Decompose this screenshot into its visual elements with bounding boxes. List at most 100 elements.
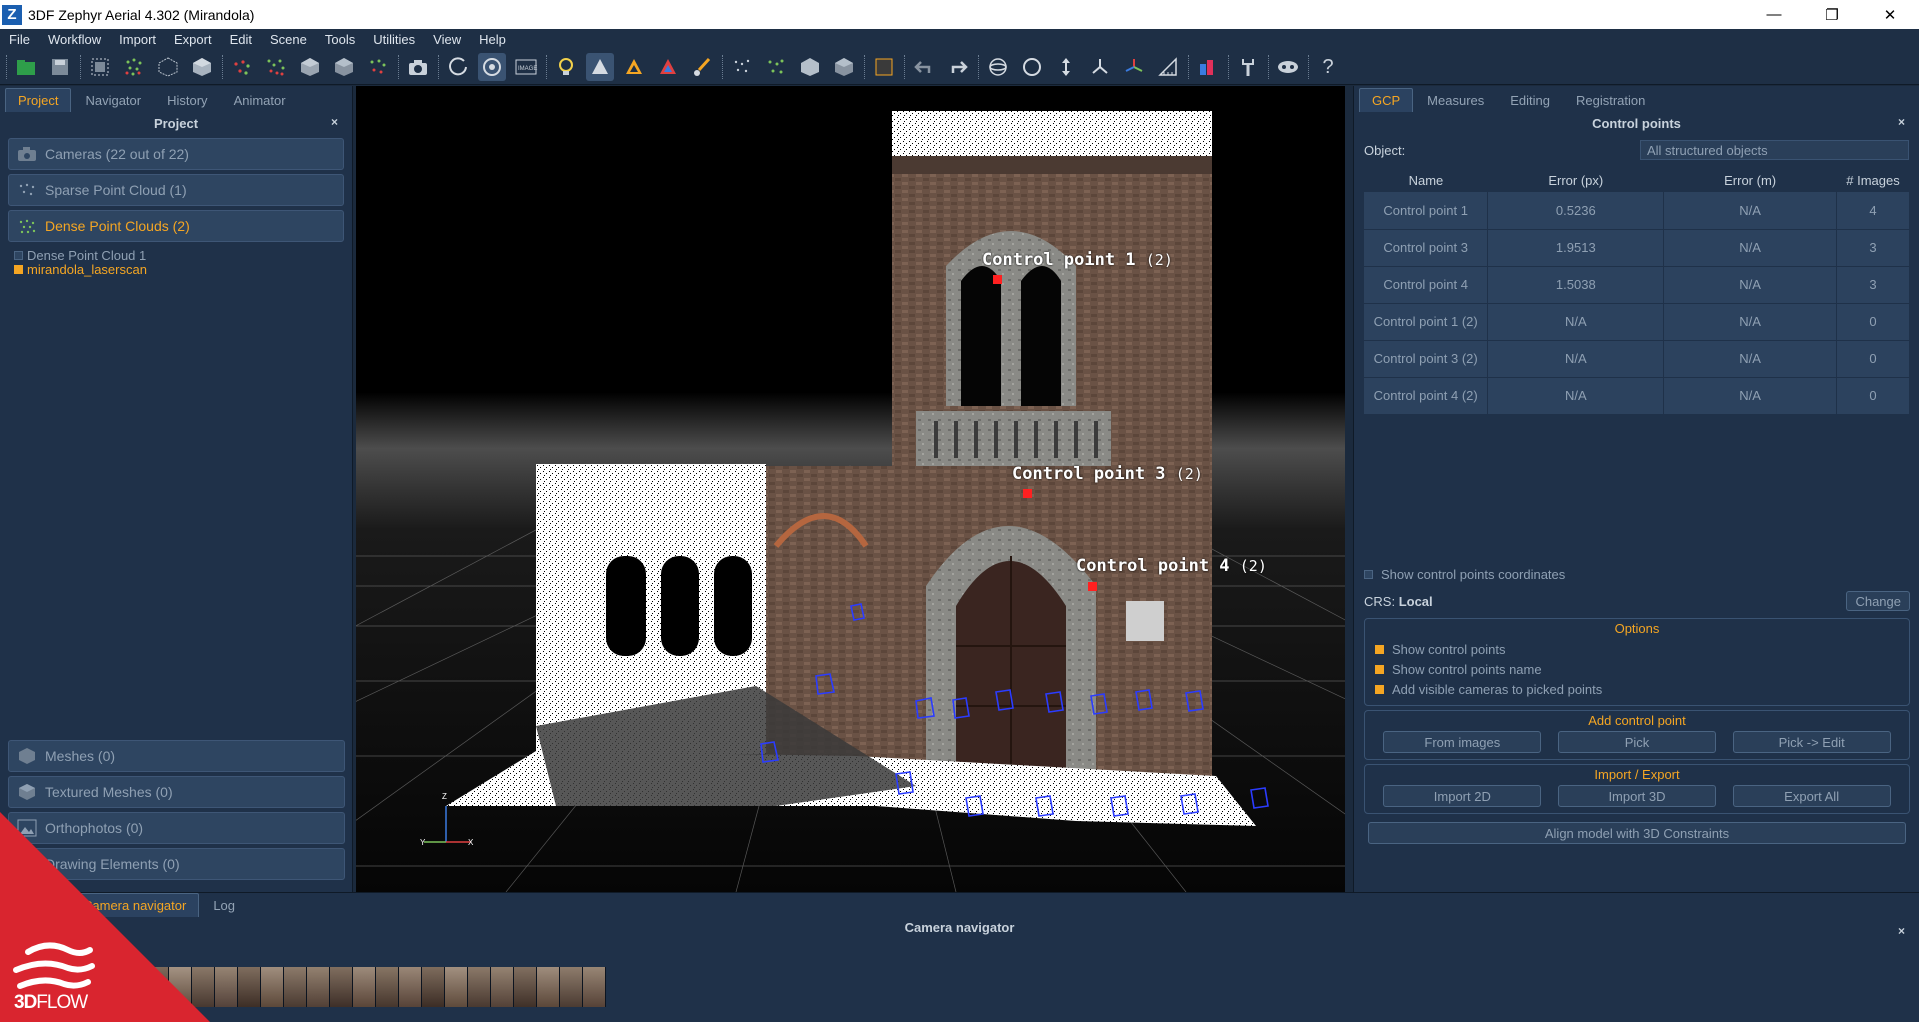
cameras-section[interactable]: Cameras (22 out of 22) [8,138,344,170]
from-images-button[interactable]: From images [1383,731,1542,753]
table-row[interactable]: Control point 1 0.5236 N/A 4 [1364,192,1910,230]
change-crs-button[interactable]: Change [1846,591,1910,611]
camera-thumbnail[interactable] [330,967,353,1007]
redo-icon[interactable] [944,53,972,81]
table-row[interactable]: Control point 1 (2) N/A N/A 0 [1364,303,1910,341]
box-wire-icon[interactable] [830,53,858,81]
menu-help[interactable]: Help [470,32,515,47]
menu-export[interactable]: Export [165,32,221,47]
textured-mesh-icon[interactable] [330,53,358,81]
3d-viewport[interactable]: Control point 1 (2) Control point 3 (2) … [356,86,1345,892]
help-icon[interactable]: ? [1314,53,1342,81]
tab-editing[interactable]: Editing [1498,89,1562,112]
select-region-icon[interactable] [86,53,114,81]
close-icon[interactable]: × [1898,115,1905,129]
menu-utilities[interactable]: Utilities [364,32,424,47]
measure-icon[interactable] [1154,53,1182,81]
save-icon[interactable] [46,53,74,81]
camera-thumbnail[interactable] [514,967,537,1007]
camera-thumbnail[interactable] [468,967,491,1007]
tab-measures[interactable]: Measures [1415,89,1496,112]
pan-rotate-icon[interactable] [478,52,506,81]
visibility-checkbox[interactable] [14,250,23,260]
circle-icon[interactable] [1018,53,1046,81]
orbit-icon[interactable] [444,53,472,81]
column-header[interactable]: Name [1364,168,1488,192]
column-header[interactable]: # Images [1837,168,1910,192]
menu-file[interactable]: File [0,32,39,47]
menu-scene[interactable]: Scene [261,32,316,47]
import-3d-button[interactable]: Import 3D [1557,785,1716,807]
undo-icon[interactable] [910,53,938,81]
option-row[interactable]: Add visible cameras to picked points [1365,679,1909,699]
mesh-icon[interactable] [154,53,182,81]
column-header[interactable]: Error (px) [1488,168,1664,192]
camera-thumbnail[interactable] [261,967,284,1007]
camera-thumbnail[interactable] [537,967,560,1007]
table-row[interactable]: Control point 4 (2) N/A N/A 0 [1364,377,1910,415]
triangle-icon[interactable] [620,53,648,81]
restore-button[interactable]: ❐ [1803,0,1861,29]
close-icon[interactable]: × [1898,920,1905,942]
open-project-icon[interactable] [12,53,40,81]
tab-animator[interactable]: Animator [222,89,298,112]
meshes-section[interactable]: Meshes (0) [8,740,345,772]
table-row[interactable]: Control point 4 1.5038 N/A 3 [1364,266,1910,304]
visibility-checkbox[interactable] [14,264,23,274]
align-model-button[interactable]: Align model with 3D Constraints [1368,822,1906,844]
tab-gcp[interactable]: GCP [1359,88,1414,112]
table-row[interactable]: Control point 3 1.9513 N/A 3 [1364,229,1910,267]
tab-project[interactable]: Project [5,88,72,112]
camera-thumbnail[interactable] [399,967,422,1007]
camera-thumbnail[interactable] [583,967,606,1007]
camera-thumbnail[interactable] [560,967,583,1007]
camera-thumbnail[interactable] [422,967,445,1007]
square-icon[interactable] [870,53,898,81]
show-control-points-checkbox[interactable] [1375,644,1384,654]
points-select-icon[interactable] [762,53,790,81]
menu-import[interactable]: Import [110,32,165,47]
menu-tools[interactable]: Tools [316,32,364,47]
option-row[interactable]: Show control points [1365,639,1909,659]
scene-render[interactable] [356,86,1345,892]
camera-thumbnail[interactable] [238,967,261,1007]
dense-cloud-section[interactable]: Dense Point Clouds (2) [8,210,344,242]
rotate-icon[interactable] [984,53,1012,81]
option-row[interactable]: Show control points name [1365,659,1909,679]
point-cloud-icon[interactable] [120,53,148,81]
color-triangle-icon[interactable] [654,53,682,81]
camera-thumbnail[interactable] [215,967,238,1007]
dots-icon[interactable] [728,53,756,81]
image-icon[interactable]: IMAGE [512,53,540,81]
object-select[interactable]: All structured objects [1640,140,1909,160]
tree-item[interactable]: mirandola_laserscan [14,262,352,277]
menu-view[interactable]: View [424,32,470,47]
vertical-arrow-icon[interactable] [1052,53,1080,81]
point-pick-icon[interactable] [586,52,614,81]
light-bulb-icon[interactable] [552,53,580,81]
camera-thumbnail[interactable] [307,967,330,1007]
menu-edit[interactable]: Edit [221,32,261,47]
sparse-cloud-section[interactable]: Sparse Point Cloud (1) [8,174,344,206]
analysis-icon[interactable] [1194,53,1222,81]
camera-icon[interactable] [404,53,432,81]
cloud-filter-icon[interactable] [364,53,392,81]
show-coordinates-row[interactable]: Show control points coordinates [1354,564,1919,584]
tab-registration[interactable]: Registration [1564,89,1657,112]
pick-edit-button[interactable]: Pick -> Edit [1732,731,1891,753]
show-coordinates-checkbox[interactable] [1364,569,1373,579]
tab-navigator[interactable]: Navigator [73,89,153,112]
sparse-points-icon[interactable] [228,53,256,81]
mask-icon[interactable] [1274,53,1302,81]
add-cameras-checkbox[interactable] [1375,684,1384,694]
tree-item[interactable]: Dense Point Cloud 1 [14,248,352,263]
menu-workflow[interactable]: Workflow [39,32,110,47]
camera-thumbnail[interactable] [491,967,514,1007]
dense-points-icon[interactable] [262,53,290,81]
cube-icon[interactable] [188,53,216,81]
close-button[interactable]: ✕ [1861,0,1919,29]
show-names-checkbox[interactable] [1375,664,1384,674]
minimize-button[interactable]: — [1745,0,1803,29]
import-2d-button[interactable]: Import 2D [1383,785,1542,807]
column-header[interactable]: Error (m) [1664,168,1837,192]
